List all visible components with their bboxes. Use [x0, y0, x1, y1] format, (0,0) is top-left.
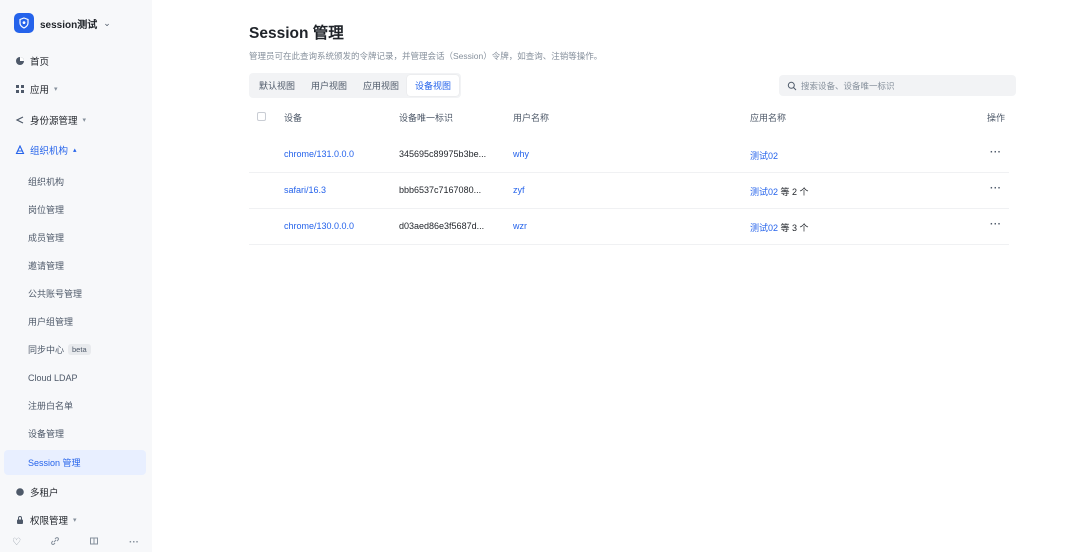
tab-user-view[interactable]: 用户视图	[303, 75, 355, 96]
home-icon	[14, 55, 26, 67]
more-actions-button[interactable]: ···	[990, 219, 1002, 230]
column-header-device: 设备	[284, 113, 303, 123]
sidebar-item-label: 首页	[30, 57, 50, 68]
column-header-device-id: 设备唯一标识	[399, 113, 454, 123]
user-link[interactable]: why	[513, 149, 529, 159]
column-header-actions: 操作	[987, 113, 1006, 123]
sidebar-item-apps[interactable]: 应用 ▾	[8, 77, 146, 101]
chevron-down-icon: ⌄	[103, 17, 111, 28]
device-link[interactable]: safari/16.3	[284, 185, 326, 195]
tab-device-view[interactable]: 设备视图	[407, 75, 460, 96]
sidebar-item-label: 邀请管理	[28, 261, 65, 271]
link-icon[interactable]	[50, 536, 60, 549]
tab-default-view[interactable]: 默认视图	[251, 75, 303, 96]
app-name: session测试	[40, 19, 98, 31]
sidebar-item-label: 用户组管理	[28, 317, 74, 327]
tenant-icon	[14, 486, 26, 498]
sidebar-item-home[interactable]: 首页	[8, 49, 146, 73]
sidebar-item-label: 组织机构	[28, 177, 65, 187]
app-cell: 测试02 等 3 个	[750, 221, 809, 234]
sidebar-subitem-user-groups[interactable]: 用户组管理	[4, 309, 146, 334]
sidebar: session测试 ⌄ 首页 应用 ▾ 身份源管理 ▾ 组织机构 ▴ 组织机构 …	[0, 0, 152, 552]
sidebar-item-label: 公共账号管理	[28, 289, 83, 299]
chevron-down-icon: ▾	[73, 517, 77, 524]
sidebar-subitem-device-management[interactable]: 设备管理	[4, 421, 146, 446]
sidebar-item-label: 身份源管理	[30, 116, 78, 127]
sidebar-subitem-session-management[interactable]: Session 管理	[4, 450, 146, 475]
sidebar-item-multi-tenant[interactable]: 多租户	[8, 480, 146, 504]
sidebar-item-label: Cloud LDAP	[28, 372, 78, 383]
device-link[interactable]: chrome/130.0.0.0	[284, 221, 354, 231]
select-all-checkbox[interactable]	[257, 112, 266, 121]
more-actions-button[interactable]: ···	[990, 183, 1002, 194]
share-icon	[14, 114, 26, 126]
sidebar-subitem-positions[interactable]: 岗位管理	[4, 197, 146, 222]
app-link[interactable]: 测试02	[750, 151, 778, 161]
sidebar-item-label: 同步中心	[28, 345, 65, 355]
sidebar-item-label: 注册白名单	[28, 401, 74, 411]
view-tabs: 默认视图 用户视图 应用视图 设备视图	[249, 73, 461, 98]
theme-icon[interactable]: ♡	[12, 537, 21, 548]
chevron-down-icon: ▾	[54, 86, 58, 93]
app-cell: 测试02 等 2 个	[750, 185, 809, 198]
search-icon	[787, 81, 797, 90]
sidebar-footer: ♡ ···	[0, 532, 152, 552]
app-link[interactable]: 测试02	[750, 187, 778, 197]
more-icon[interactable]: ···	[129, 537, 139, 548]
chevron-up-icon: ▴	[73, 147, 77, 154]
sidebar-item-identity-source[interactable]: 身份源管理 ▾	[8, 108, 146, 132]
column-header-user: 用户名称	[513, 113, 550, 123]
user-link[interactable]: zyf	[513, 185, 525, 195]
app-switcher[interactable]: session测试 ⌄	[14, 13, 111, 33]
sidebar-subitem-public-accounts[interactable]: 公共账号管理	[4, 281, 146, 306]
table-row: chrome/130.0.0.0 d03aed86e3f5687d... wzr…	[249, 209, 1009, 245]
sidebar-item-label: 组织机构	[30, 146, 69, 157]
app-more-count: 等 3 个	[780, 223, 809, 233]
sidebar-subitem-members[interactable]: 成员管理	[4, 225, 146, 250]
search-input[interactable]	[801, 80, 1001, 91]
search-box	[779, 75, 1016, 96]
sidebar-item-label: 岗位管理	[28, 205, 65, 215]
sidebar-subitem-org-structure[interactable]: 组织机构	[4, 169, 146, 194]
device-id-cell: 345695c89975b3be...	[399, 149, 487, 159]
device-id-cell: d03aed86e3f5687d...	[399, 221, 485, 231]
org-icon	[14, 144, 26, 156]
table-row: safari/16.3 bbb6537c7167080... zyf 测试02 …	[249, 173, 1009, 209]
table-header: 设备 设备唯一标识 用户名称 应用名称 操作	[249, 108, 1009, 126]
table-row: chrome/131.0.0.0 345695c89975b3be... why…	[249, 137, 1009, 173]
sidebar-item-label: 应用	[30, 85, 50, 96]
app-link[interactable]: 测试02	[750, 223, 778, 233]
more-actions-button[interactable]: ···	[990, 147, 1002, 158]
sidebar-item-org[interactable]: 组织机构 ▴	[8, 138, 146, 162]
chevron-down-icon: ▾	[82, 117, 87, 124]
device-id-cell: bbb6537c7167080...	[399, 185, 482, 195]
page-description: 管理员可在此查询系统颁发的令牌记录，并管理会话（Session）令牌，如查询、注…	[249, 51, 603, 61]
main-content: Session 管理 管理员可在此查询系统颁发的令牌记录，并管理会话（Sessi…	[152, 0, 1080, 552]
tab-app-view[interactable]: 应用视图	[355, 75, 407, 96]
sidebar-item-label: 多租户	[30, 488, 59, 499]
device-link[interactable]: chrome/131.0.0.0	[284, 149, 354, 159]
sidebar-subitem-invites[interactable]: 邀请管理	[4, 253, 146, 278]
app-more-count: 等 2 个	[780, 187, 809, 197]
sidebar-subitem-register-whitelist[interactable]: 注册白名单	[4, 393, 146, 418]
book-icon[interactable]	[89, 536, 99, 549]
app-cell: 测试02	[750, 149, 778, 162]
beta-badge: beta	[68, 344, 91, 355]
sidebar-item-permissions[interactable]: 权限管理 ▾	[8, 508, 146, 532]
sidebar-item-label: Session 管理	[28, 458, 81, 468]
page-title: Session 管理	[249, 25, 344, 42]
sidebar-item-label: 成员管理	[28, 233, 65, 243]
apps-icon	[14, 83, 26, 95]
sidebar-item-label: 权限管理	[30, 516, 69, 527]
shield-logo-icon	[14, 13, 34, 33]
permission-icon	[14, 514, 26, 526]
sidebar-item-label: 设备管理	[28, 429, 65, 439]
column-header-app: 应用名称	[750, 113, 787, 123]
sidebar-subitem-cloud-ldap[interactable]: Cloud LDAP	[4, 365, 146, 390]
user-link[interactable]: wzr	[513, 221, 527, 231]
sidebar-subitem-sync-center[interactable]: 同步中心 beta	[4, 337, 146, 362]
